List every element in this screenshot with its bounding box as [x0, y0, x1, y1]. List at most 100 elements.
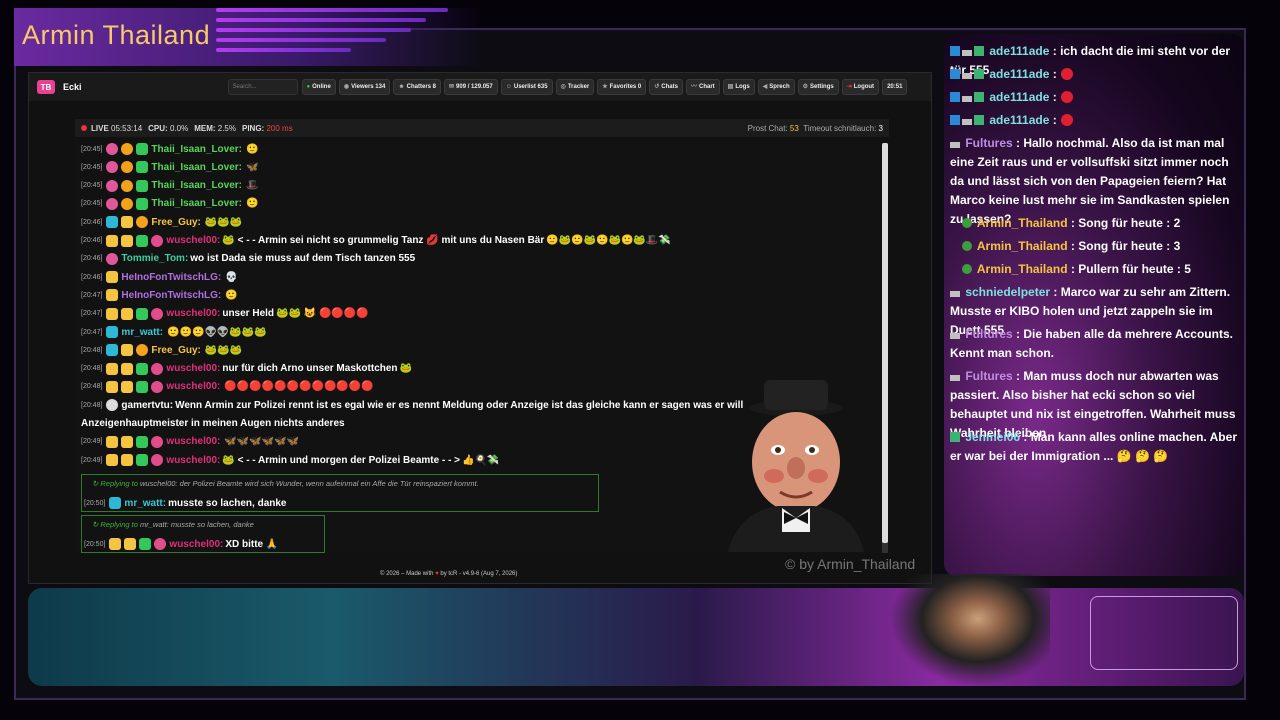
overlay-username: ade111ade [986, 67, 1053, 81]
search-input[interactable]: Search... [227, 79, 298, 95]
chat-username[interactable]: wuschel00: [166, 308, 220, 319]
chat-message[interactable]: [20:46] Free_Guy: 🐸🐸🐸 [81, 216, 243, 229]
reply-message[interactable]: ↻ Replying to mr_watt: musste so lachen,… [81, 515, 325, 553]
overlay-badge-icon [974, 69, 984, 79]
favorites-button[interactable]: ★ Favorites 0 [597, 79, 647, 95]
chat-username[interactable]: wuschel00: [166, 455, 220, 466]
message-timestamp: [20:49] [81, 456, 103, 464]
chart-icon: 〰 [690, 84, 697, 90]
mascot-illustration [728, 380, 864, 552]
chat-message[interactable]: [20:47] wuschel00: unser Held 🐸🐸 😺 🔴🔴🔴🔴 [81, 307, 369, 320]
chat-message[interactable]: [20:47] HeInoFonTwitschLG: 🙂 [81, 289, 238, 302]
viewers-button[interactable]: ◉ Viewers 134 [338, 79, 391, 95]
chat-username[interactable]: HeInoFonTwitschLG: [121, 272, 221, 283]
sprech-label: Sprech [769, 84, 790, 90]
chat-message[interactable]: [20:45] Thaii_Isaan_Lover: 🙂 [81, 143, 258, 155]
chat-username[interactable]: Tommie_Tom: [121, 253, 188, 264]
overlay-badge-icon [962, 119, 972, 125]
chatters-button[interactable]: ☻ Chatters 8 [393, 79, 441, 95]
chat-message[interactable]: [20:48] wuschel00: 🔴🔴🔴🔴🔴🔴🔴🔴🔴🔴🔴🔴 [81, 380, 374, 393]
overlay-chat-message: Fultures : Die haben alle da mehrere Acc… [950, 325, 1242, 363]
chat-username[interactable]: Free_Guy: [151, 345, 200, 356]
chat-username[interactable]: HeInoFonTwitschLG: [121, 290, 221, 301]
bottom-banner [28, 588, 1244, 686]
emote-icons: 👍🍳💸 [462, 454, 500, 466]
overlay-username: Armin_Thailand [974, 216, 1071, 230]
chats-button[interactable]: ↺ Chats [649, 79, 683, 95]
message-text: Wenn Armin zur Polizei rennt ist es egal… [175, 399, 744, 411]
logout-button[interactable]: ⇥ Logout [841, 79, 880, 95]
chat-username[interactable]: wuschel00: [166, 363, 220, 374]
chat-message[interactable]: [20:47] mr_watt: 🙂🙂🙂👽👽🐸🐸🐸 [81, 326, 267, 338]
chart-button[interactable]: 〰 Chart [685, 79, 720, 95]
chat-message[interactable]: [20:48] Free_Guy: 🐸🐸🐸 [81, 344, 242, 357]
reply-label: ↻ Replying to [92, 479, 140, 489]
chat-message[interactable]: [20:46] HeInoFonTwitschLG: 💀 [81, 271, 238, 284]
overlay-chat-message: ade111ade : [950, 88, 1242, 107]
logs-button[interactable]: ▤ Logs [722, 79, 755, 95]
title-bars [216, 8, 448, 58]
chat-message[interactable]: [20:46] wuschel00: 🐸 < - - Armin sei nicht… [81, 234, 671, 247]
emote-icons: 🐸🐸🐸 [204, 216, 243, 228]
chat-username[interactable]: Thaii_Isaan_Lover: [151, 162, 242, 173]
decor-bar [216, 48, 351, 52]
chat-username[interactable]: wuschel00: [169, 539, 223, 550]
chatters-label: Chatters 8 [406, 84, 436, 90]
chat-username[interactable]: Thaii_Isaan_Lover: [151, 198, 242, 209]
message-timestamp: [20:46] [81, 218, 103, 226]
user-badge-icon [106, 307, 119, 320]
chat-username[interactable]: Thaii_Isaan_Lover: [151, 144, 242, 155]
user-badge-icon [136, 362, 149, 375]
footer-text-a: © 2026 – Made with [380, 571, 434, 577]
chat-username[interactable]: wuschel00: [166, 235, 220, 246]
message-text: XD bitte 🙏 [225, 538, 279, 550]
user-badge-icon [121, 161, 134, 174]
chat-message[interactable]: [20:49] wuschel00: 🐸 < - - Armin und morge… [81, 454, 500, 467]
chat-message[interactable]: Anzeigenhauptmeister in meinen Augen nic… [81, 418, 345, 429]
user-badge-icon [154, 538, 167, 551]
messages-button[interactable]: ✉ 909 / 129.057 [444, 79, 498, 95]
chat-username[interactable]: Free_Guy: [151, 217, 200, 228]
user-badge-icon [106, 399, 119, 412]
user-badge-icon [151, 362, 164, 375]
footer: © 2026 – Made with ♥ by tcR - v4.9-6 (Au… [380, 571, 517, 577]
chat-username[interactable]: Thaii_Isaan_Lover: [151, 180, 242, 191]
overlay-message-text: : Song für heute : 3 [1070, 239, 1181, 253]
tracker-button[interactable]: ◎ Tracker [555, 79, 595, 95]
chat-message[interactable]: [20:49] wuschel00: 🦋🦋🦋🦋🦋🦋 [81, 435, 299, 448]
overlay-username: Fultures [962, 369, 1017, 383]
favorites-label: Favorites 0 [609, 84, 642, 90]
chat-username[interactable]: wuschel00: [166, 381, 220, 392]
user-badge-icon [121, 435, 134, 448]
reply-message[interactable]: ↻ Replying to wuschel00: der Polizei Bea… [81, 474, 599, 513]
chat-message[interactable]: [20:45] Thaii_Isaan_Lover: 🎩 [81, 179, 258, 192]
red-emote-icon [1060, 114, 1073, 126]
app-logo[interactable]: TB [37, 80, 55, 94]
emote-icons: 💀 [225, 271, 238, 283]
chat-username[interactable]: mr_watt: [121, 327, 163, 338]
userlist-button[interactable]: ☺ Userlist 635 [500, 79, 553, 95]
message-timestamp: [20:50] [84, 540, 106, 548]
message-icon: ✉ [449, 84, 455, 90]
overlay-badge-icon [950, 142, 960, 148]
settings-button[interactable]: ⚙ Settings [797, 79, 839, 95]
chat-message[interactable]: [20:45] Thaii_Isaan_Lover: 🦋 [81, 161, 258, 174]
message-timestamp: [20:47] [81, 328, 103, 336]
message-timestamp: [20:48] [81, 346, 103, 354]
chat-message[interactable]: [20:45] Thaii_Isaan_Lover: 🙂 [81, 197, 258, 210]
online-button[interactable]: ● Online [301, 79, 336, 95]
chat-username[interactable]: gamertvtu: [121, 400, 173, 411]
live-dot-icon [81, 125, 87, 131]
red-emote-icon [1060, 91, 1073, 103]
live-indicator: LIVE 05:53:14 [91, 124, 142, 133]
chat-message[interactable]: [20:46] Tommie_Tom: wo ist Dada sie muss a… [81, 252, 415, 265]
settings-label: Settings [810, 84, 834, 90]
cpu-label: CPU: [148, 123, 168, 133]
chat-message[interactable]: [20:48] wuschel00: nur für dich Arno unser… [81, 362, 412, 375]
sprech-button[interactable]: ◀ Sprech [757, 79, 795, 95]
chat-username[interactable]: mr_watt: [124, 498, 166, 509]
emote-icons: 🙂 [225, 289, 238, 301]
watermark: © by Armin_Thailand [785, 556, 916, 572]
chat-username[interactable]: wuschel00: [166, 436, 220, 447]
chat-message[interactable]: [20:48] gamertvtu: Wenn Armin zur Polizei … [81, 399, 744, 412]
